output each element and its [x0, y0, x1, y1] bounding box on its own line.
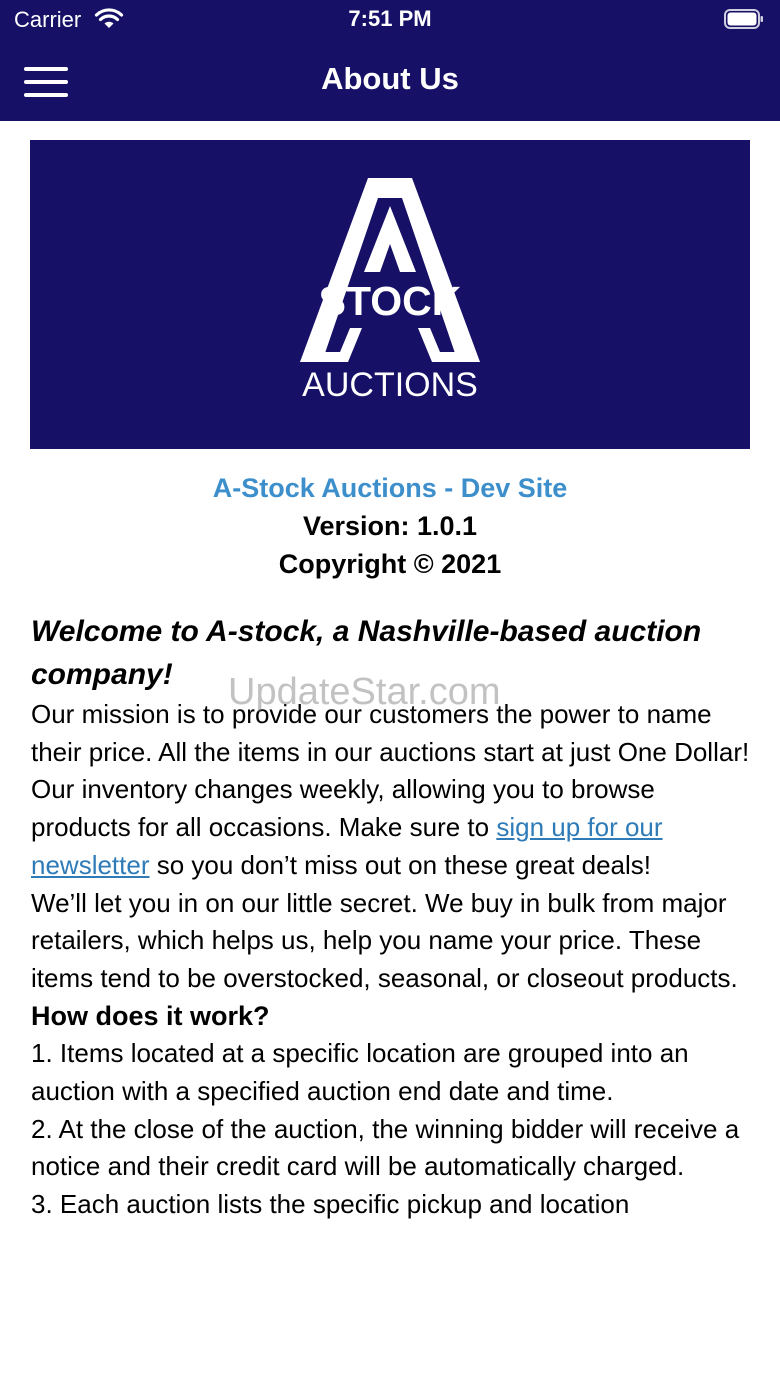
- step-3: 3. Each auction lists the specific picku…: [31, 1189, 630, 1220]
- secret-paragraph: We’ll let you in on our little secret. W…: [31, 887, 738, 993]
- inventory-text-after: so you don’t miss out on these great dea…: [149, 849, 652, 880]
- step-2: 2. At the close of the auction, the winn…: [31, 1113, 740, 1182]
- navigation-bar: About Us: [0, 44, 780, 121]
- site-name: A-Stock Auctions - Dev Site: [212, 473, 568, 503]
- version-label: Version: 1.0.1: [302, 511, 478, 541]
- mission-paragraph: Our mission is to provide our customers …: [31, 699, 750, 767]
- site-info: A-Stock Auctions - Dev Site Version: 1.0…: [0, 470, 780, 583]
- app-header: Carrier 7:51 PM About Us: [0, 0, 780, 121]
- page-title: About Us: [321, 61, 459, 96]
- status-time: 7:51 PM: [348, 6, 432, 31]
- copyright-label: Copyright © 2021: [278, 549, 502, 579]
- battery-icon: [724, 9, 763, 29]
- inventory-paragraph: Our inventory changes weekly, allowing y…: [31, 771, 756, 884]
- about-content: Welcome to A-stock, a Nashville-based au…: [31, 610, 756, 1224]
- logo-stock-text: STOCK: [318, 278, 462, 324]
- how-it-works-heading: How does it work?: [31, 1000, 270, 1031]
- welcome-heading: Welcome to A-stock, a Nashville-based au…: [31, 615, 702, 691]
- logo-auctions-text: AUCTIONS: [302, 366, 478, 404]
- logo-banner: STOCK AUCTIONS: [30, 140, 750, 449]
- status-bar: Carrier 7:51 PM: [0, 0, 780, 40]
- step-1: 1. Items located at a specific location …: [31, 1038, 689, 1107]
